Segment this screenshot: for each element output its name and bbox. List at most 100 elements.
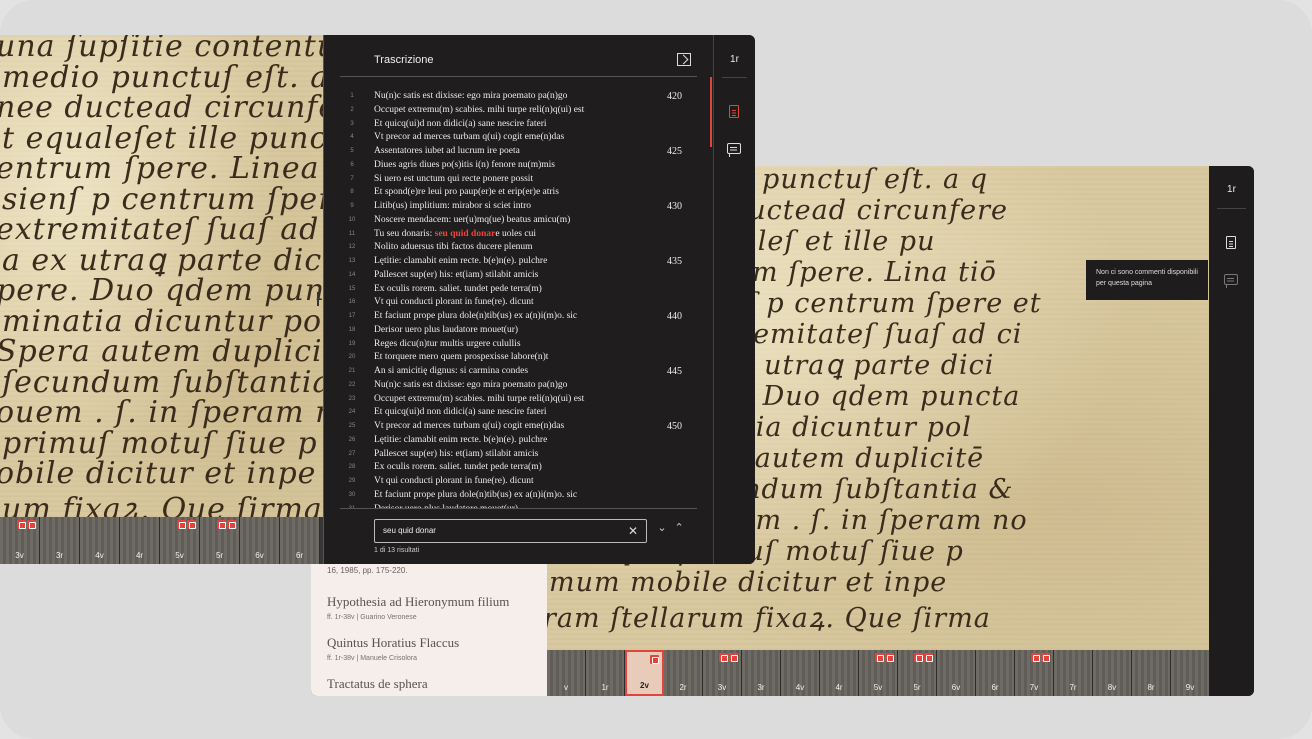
transcription-line[interactable]: 14 Pallescet sup(er) his: et(iam) stilabi… [324,269,714,283]
comment-badge-icon [27,520,36,529]
transcription-line[interactable]: 4 Vt precor ad merces turbam q(ui) cogit … [324,131,714,145]
transcription-line[interactable]: 22 Nu(n)c satis est dixisse: ego mira poe… [324,379,714,393]
transcription-line[interactable]: 10 Noscere mendacem: uer(u)mq(ue) beatus … [324,214,714,228]
transcription-line[interactable]: 25 Vt precor ad merces turbam q(ui) cogit… [324,420,714,434]
line-text: Et faciunt prope plura dole(n)tib(us) ex… [374,489,578,500]
transcription-line[interactable]: 18 Derisor uero plus laudatore mouet(ur) [324,324,714,338]
transcription-line[interactable]: 6 Diues agris diues po(s)itis i(n) fenore… [324,159,714,173]
comment-badge-icon [227,520,236,529]
page-thumbnail[interactable]: 9v [1171,650,1210,696]
transcription-line[interactable]: 21 An si amicitię dignus: si carmina cond… [324,365,714,379]
page-thumbnail[interactable]: v [547,650,586,696]
transcription-line[interactable]: 5 Assentatores iubet ad lucrum ire poeta 4… [324,145,714,159]
document-icon[interactable] [1226,236,1236,249]
page-thumbnail[interactable]: 6v [937,650,976,696]
transcription-line[interactable]: 15 Ex oculis rorem. saliet. tundet pede t… [324,283,714,297]
transcription-line[interactable]: 26 Lętitie: clamabit enim recte. b(e)n(e)… [324,434,714,448]
line-text: Vt qui conducti plorant in fune(re). dic… [374,476,534,486]
thumbnail-badges [650,655,659,664]
page-thumbnail[interactable]: 5r [200,517,240,564]
thumbnail-label: 6v [951,683,961,692]
page-thumbnail[interactable]: 4v [781,650,820,696]
transcription-line[interactable]: 12 Nolito aduersus tibi factos ducere ple… [324,241,714,255]
work-item[interactable]: Tractatus de sphera [327,676,428,692]
page-thumbnail[interactable]: 2v [625,650,664,696]
page-thumbnail[interactable]: 6r [976,650,1015,696]
page-thumbnail[interactable]: 5r [898,650,937,696]
transcription-line[interactable]: 28 Ex oculis rorem. saliet. tundet pede t… [324,461,714,475]
page-thumbnail[interactable]: 5v [160,517,200,564]
page-thumbnail[interactable]: 1r [586,650,625,696]
page-thumbnail[interactable]: 7v [1015,650,1054,696]
transcription-line[interactable]: 11 Tu seu donaris: seu quid donare uoles … [324,228,714,242]
line-text: Assentatores iubet ad lucrum ire poeta [374,146,520,156]
manuscript-page-image[interactable]: una ſupſitie contentu medio punctuſ eſt. … [0,35,323,517]
thumbnail-label: 7v [1029,683,1039,692]
transcription-line[interactable]: 19 Reges dicu(n)tur multis urgere cululli… [324,338,714,352]
page-thumbnail[interactable]: 7r [1054,650,1093,696]
transcription-line[interactable]: 27 Pallescet sup(er) his: et(iam) stilabi… [324,448,714,462]
comment-badge-icon [729,653,738,662]
chevron-up-icon[interactable]: ⌃ [672,521,686,534]
transcription-line[interactable]: 20 Et torquere mero quem prospexisse labo… [324,351,714,365]
transcription-line[interactable]: 2 Occupet extremu(m) scabies. mihi turpe … [324,104,714,118]
page-thumbnail[interactable]: 3r [742,650,781,696]
transcription-line[interactable]: 23 Occupet extremu(m) scabies. mihi turpe… [324,393,714,407]
transcription-panel: Trascrizione 1 Nu(n)c satis est dixisse: … [323,35,713,564]
transcription-line[interactable]: 1 Nu(n)c satis est dixisse: ego mira poem… [324,90,714,104]
line-number: 2 [350,106,354,113]
line-text: Et faciunt prope plura dole(n)tib(us) ex… [374,311,578,321]
chevron-down-icon[interactable]: ⌄ [655,521,669,534]
line-number: 22 [348,381,356,388]
page-thumbnail[interactable]: 3r [40,517,80,564]
transcription-line[interactable]: 8 Et spond(e)re leui pro paup(er)e et eri… [324,186,714,200]
comment-icon[interactable] [1224,274,1238,288]
thumbnail-strip: v 1r 2v 2r 3v 3r 4v 4r 5v 5r 6v 6r 7v 7r 8v 8r 9v [547,650,1210,696]
line-number: 17 [348,313,356,319]
transcription-line[interactable]: 13 Lętitie: clamabit enim recte. b(e)n(e)… [324,255,714,269]
line-number: 6 [350,161,354,168]
verse-number: 420 [667,91,682,102]
line-number: 14 [348,271,356,278]
manuscript-line: ram ſtellarum fixaꝝ. Que ſirma [547,603,991,634]
page-thumbnail[interactable]: 3v [0,517,40,564]
search-value: seu quid donar [383,526,436,535]
page-thumbnail[interactable]: 5v [859,650,898,696]
viewer-sidebar: 1r [710,35,755,564]
page-thumbnail[interactable]: 2r [664,650,703,696]
page-thumbnail[interactable]: 6v [240,517,280,564]
page-thumbnail[interactable]: 8r [1132,650,1171,696]
line-number: 4 [350,134,354,141]
transcription-line[interactable]: 24 Et quicq(ui)d non didici(a) sane nesci… [324,406,714,420]
exit-panel-icon[interactable] [677,53,691,66]
search-input[interactable]: seu quid donar ✕ [374,519,647,543]
work-item[interactable]: Quintus Horatius Flaccus ff. 1r-38v | Man… [327,635,459,662]
thumbnail-label: 8r [1147,683,1155,692]
page-thumbnail[interactable]: 4v [80,517,120,564]
thumbnail-label: 5r [215,551,224,560]
thumbnail-label: 2r [679,683,687,692]
transcription-line[interactable]: 3 Et quicq(ui)d non didici(a) sane nescir… [324,118,714,132]
page-thumbnail[interactable]: 8v [1093,650,1132,696]
close-icon[interactable]: ✕ [628,524,638,538]
line-text: Lętitie: clamabit enim recte. b(e)n(e). … [374,256,548,266]
line-text: Tu seu donaris: seu quid donare uoles cu… [374,228,536,239]
line-text: Ex oculis rorem. saliet. tundet pede ter… [374,283,542,294]
page-thumbnail[interactable]: 6r [280,517,320,564]
page-thumbnail[interactable]: 3v [703,650,742,696]
work-item[interactable]: Hypothesia ad Hieronymum filium ff. 1r-38… [327,594,509,621]
transcription-line[interactable]: 17 Et faciunt prope plura dole(n)tib(us) … [324,310,714,324]
document-icon[interactable] [729,105,739,118]
page-thumbnail[interactable]: 4r [120,517,160,564]
transcription-line[interactable]: 7 Si uero est unctum qui recte ponere pos… [324,173,714,187]
comment-icon[interactable] [727,143,741,157]
line-number: 9 [350,203,354,209]
page-thumbnail[interactable]: 4r [820,650,859,696]
line-number: 3 [350,120,354,127]
panel-resize-handle[interactable] [317,292,319,306]
transcription-line[interactable]: 16 Vt qui conducti plorant in fune(re). d… [324,296,714,310]
transcription-line[interactable]: 9 Litib(us) implitium: mirabor si sciet i… [324,200,714,214]
thumbnail-label: 2v [640,681,649,690]
transcription-line[interactable]: 30 Et faciunt prope plura dole(n)tib(us) … [324,489,714,503]
transcription-line[interactable]: 29 Vt qui conducti plorant in fune(re). d… [324,475,714,489]
